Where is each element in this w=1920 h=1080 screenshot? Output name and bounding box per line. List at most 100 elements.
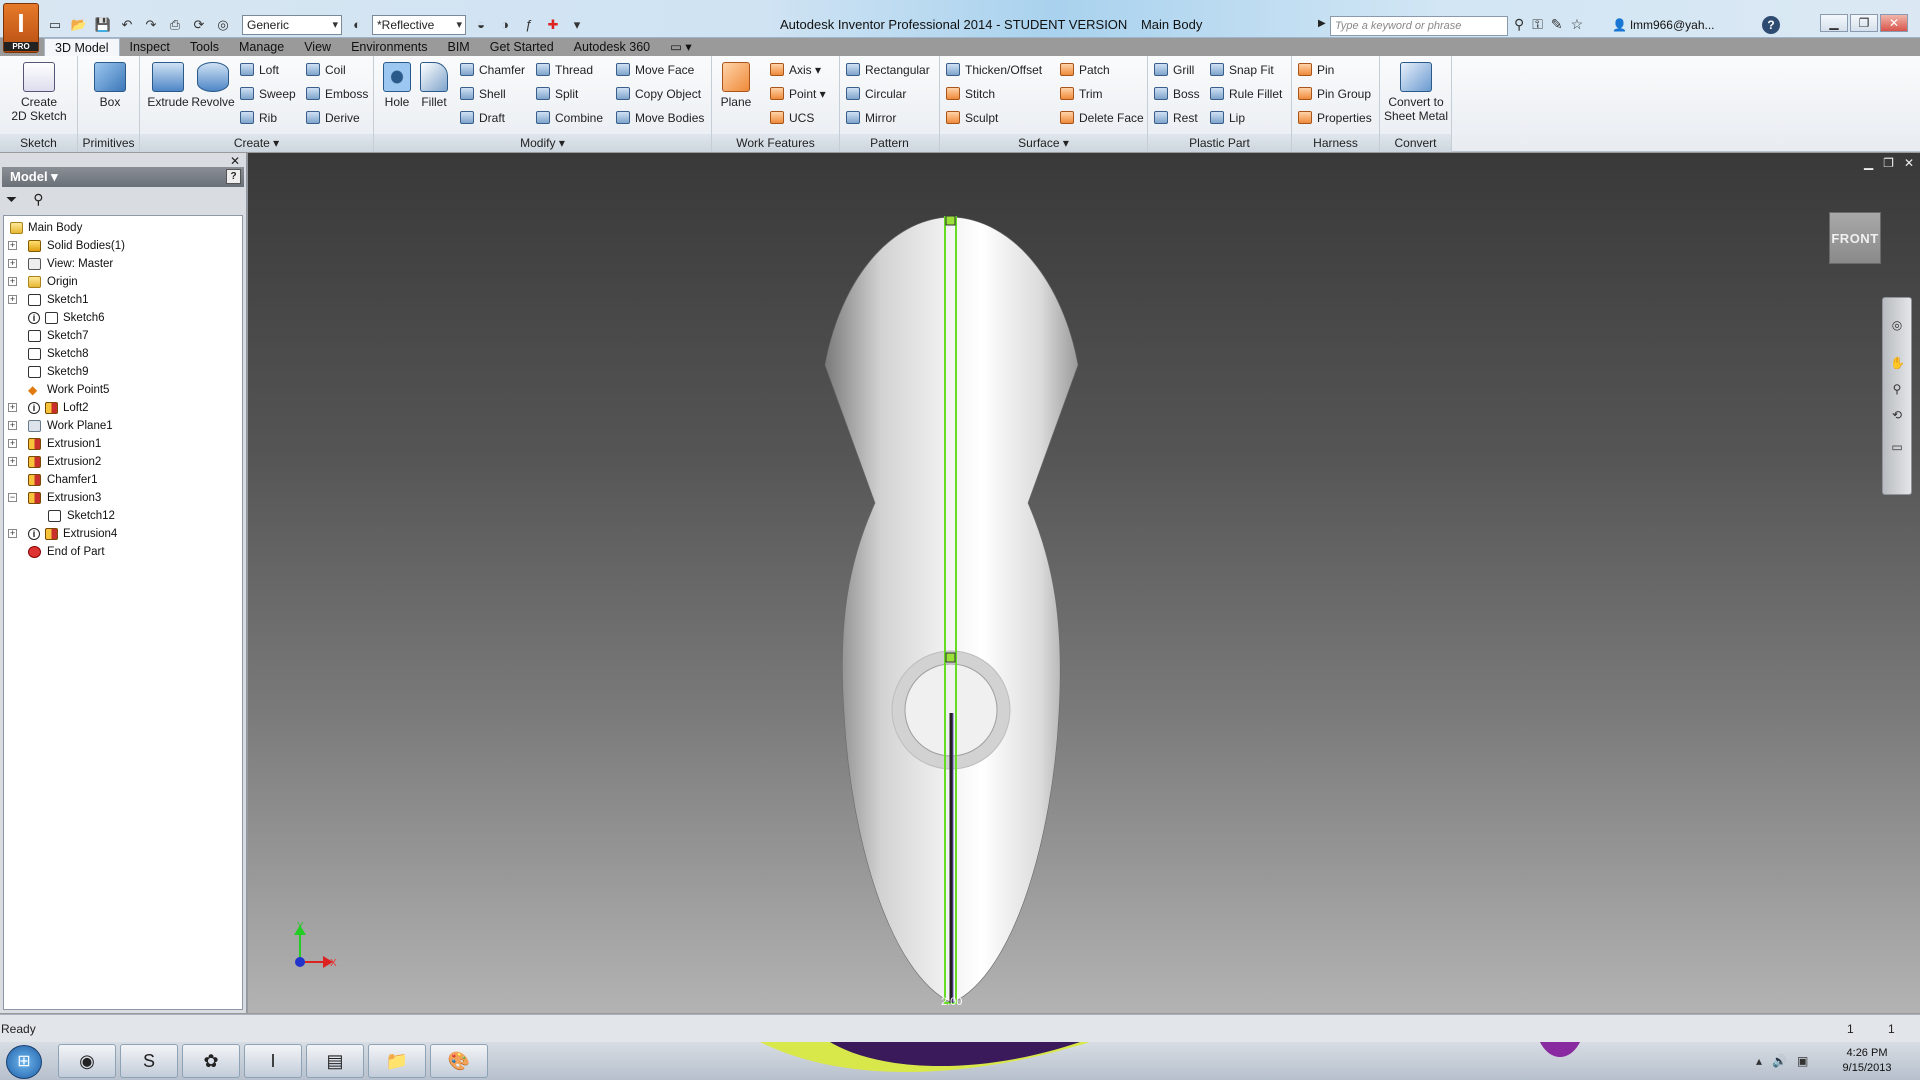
tree-item-solid-bodies[interactable]: + Solid Bodies(1) (4, 237, 242, 255)
tree-item-sketch7[interactable]: Sketch7 (4, 327, 242, 345)
restore-icon[interactable]: ❐ (1850, 14, 1878, 32)
collapse-icon[interactable]: − (8, 493, 17, 502)
pin-button[interactable]: Pin (1298, 60, 1334, 80)
expand-icon[interactable]: + (8, 421, 17, 430)
tab-bim[interactable]: BIM (438, 38, 480, 56)
tab-3d-model[interactable]: 3D Model (44, 38, 120, 56)
rib-button[interactable]: Rib (240, 108, 277, 128)
print-icon[interactable]: ⎙ (166, 17, 184, 33)
emboss-button[interactable]: Emboss (306, 84, 368, 104)
expand-icon[interactable]: + (8, 277, 17, 286)
loft-button[interactable]: Loft (240, 60, 279, 80)
shell-button[interactable]: Shell (460, 84, 506, 104)
browser-header[interactable]: Model ▾ ? (2, 167, 244, 187)
picasa-icon[interactable]: ✿ (182, 1044, 240, 1078)
tab-environments[interactable]: Environments (341, 38, 437, 56)
create-2d-sketch-button[interactable]: Create 2D Sketch (8, 62, 70, 123)
browser-help-icon[interactable]: ? (226, 169, 241, 184)
derive-button[interactable]: Derive (306, 108, 360, 128)
fillet-button[interactable]: Fillet (416, 62, 452, 109)
wrench-icon[interactable]: ✎ (1551, 16, 1563, 33)
axis-button[interactable]: Axis ▾ (770, 60, 821, 80)
pin-group-button[interactable]: Pin Group (1298, 84, 1371, 104)
grill-button[interactable]: Grill (1154, 60, 1194, 80)
tree-item-loft2[interactable]: + i Loft2 (4, 399, 242, 417)
browser-close-icon[interactable]: ✕ (230, 154, 240, 168)
skype-icon[interactable]: S (120, 1044, 178, 1078)
filter-icon[interactable]: ⏷ (6, 191, 17, 208)
orbit-icon[interactable]: ⟲ (1890, 408, 1904, 422)
expand-icon[interactable]: + (8, 529, 17, 538)
binoculars-icon[interactable]: ⚲ (1514, 16, 1524, 33)
tree-item-work-plane1[interactable]: + Work Plane1 (4, 417, 242, 435)
tab-autodesk-360[interactable]: Autodesk 360 (564, 38, 660, 56)
search-expand-icon[interactable]: ▶ (1318, 18, 1326, 29)
taskbar-clock[interactable]: 4:26 PM 9/15/2013 (1826, 1046, 1908, 1076)
expand-icon[interactable]: + (8, 259, 17, 268)
boss-button[interactable]: Boss (1154, 84, 1200, 104)
steering-wheel-icon[interactable]: ◎ (1890, 318, 1904, 332)
material-select[interactable]: Generic (242, 15, 342, 35)
paint-icon[interactable]: 🎨 (430, 1044, 488, 1078)
sculpt-button[interactable]: Sculpt (946, 108, 998, 128)
properties-button[interactable]: Properties (1298, 108, 1372, 128)
tree-item-extrusion2[interactable]: + Extrusion2 (4, 453, 242, 471)
minimize-icon[interactable]: ▁ (1820, 14, 1848, 32)
zoom-icon[interactable]: ⚲ (1890, 382, 1904, 396)
panel-label-surface[interactable]: Surface ▾ (940, 134, 1147, 152)
tree-item-sketch12[interactable]: Sketch12 (4, 507, 242, 525)
expand-icon[interactable]: + (8, 403, 17, 412)
draft-button[interactable]: Draft (460, 108, 505, 128)
select-icon[interactable]: ◎ (214, 17, 232, 33)
open-icon[interactable]: 📂 (70, 17, 88, 33)
graphics-window[interactable]: ▁ ❐ ✕ X Y 2.00 FRONT ◎ ✋ ⚲ ⟲ ▭ (248, 153, 1920, 1013)
tree-item-extrusion3[interactable]: − Extrusion3 (4, 489, 242, 507)
look-at-icon[interactable]: ▭ (1890, 440, 1904, 454)
tab-get-started[interactable]: Get Started (480, 38, 564, 56)
tree-item-extrusion4[interactable]: + i Extrusion4 (4, 525, 242, 543)
start-button[interactable]: ⊞ (6, 1045, 42, 1079)
delete-face-button[interactable]: Delete Face (1060, 108, 1144, 128)
tree-item-sketch9[interactable]: Sketch9 (4, 363, 242, 381)
circular-pattern-button[interactable]: Circular (846, 84, 906, 104)
dimension-label[interactable]: 2.00 (941, 996, 962, 1008)
box-button[interactable]: Box (90, 62, 130, 109)
tab-view[interactable]: View (294, 38, 341, 56)
chrome-icon[interactable]: ◉ (58, 1044, 116, 1078)
tab-tools[interactable]: Tools (180, 38, 229, 56)
tree-item-main-body[interactable]: Main Body (4, 219, 242, 237)
point-button[interactable]: Point ▾ (770, 84, 826, 104)
sticky-notes-icon[interactable]: ▤ (306, 1044, 364, 1078)
coil-button[interactable]: Coil (306, 60, 346, 80)
viewcube[interactable]: FRONT (1829, 212, 1881, 264)
expand-icon[interactable]: + (8, 439, 17, 448)
combine-button[interactable]: Combine (536, 108, 603, 128)
ucs-button[interactable]: UCS (770, 108, 814, 128)
appearance-select[interactable]: *Reflective (372, 15, 466, 35)
copy-object-button[interactable]: Copy Object (616, 84, 701, 104)
stitch-button[interactable]: Stitch (946, 84, 995, 104)
show-hidden-icons[interactable]: ▴ (1756, 1054, 1762, 1068)
tab-manage[interactable]: Manage (229, 38, 294, 56)
chamfer-button[interactable]: Chamfer (460, 60, 525, 80)
parameters-icon[interactable]: ƒ (520, 17, 538, 33)
pan-icon[interactable]: ✋ (1890, 356, 1905, 370)
new-icon[interactable]: ▭ (46, 17, 64, 33)
adjust-icon[interactable]: ◑ (496, 17, 514, 33)
snap-fit-button[interactable]: Snap Fit (1210, 60, 1274, 80)
split-button[interactable]: Split (536, 84, 578, 104)
tree-item-sketch6[interactable]: i Sketch6 (4, 309, 242, 327)
close-icon[interactable]: ✕ (1880, 14, 1908, 32)
volume-icon[interactable]: 🔊 (1772, 1054, 1787, 1068)
customize-qat-icon[interactable]: ▾ (568, 17, 586, 33)
panel-label-modify[interactable]: Modify ▾ (374, 134, 711, 152)
update-icon[interactable]: ⟳ (190, 17, 208, 33)
file-explorer-icon[interactable]: 📁 (368, 1044, 426, 1078)
rectangular-pattern-button[interactable]: Rectangular (846, 60, 930, 80)
revolve-button[interactable]: Revolve (190, 62, 236, 109)
sketch-endpoint-top[interactable] (945, 215, 956, 226)
favorites-icon[interactable]: ☆ (1571, 16, 1584, 33)
sweep-button[interactable]: Sweep (240, 84, 296, 104)
tree-item-origin[interactable]: + Origin (4, 273, 242, 291)
tree-item-chamfer1[interactable]: Chamfer1 (4, 471, 242, 489)
